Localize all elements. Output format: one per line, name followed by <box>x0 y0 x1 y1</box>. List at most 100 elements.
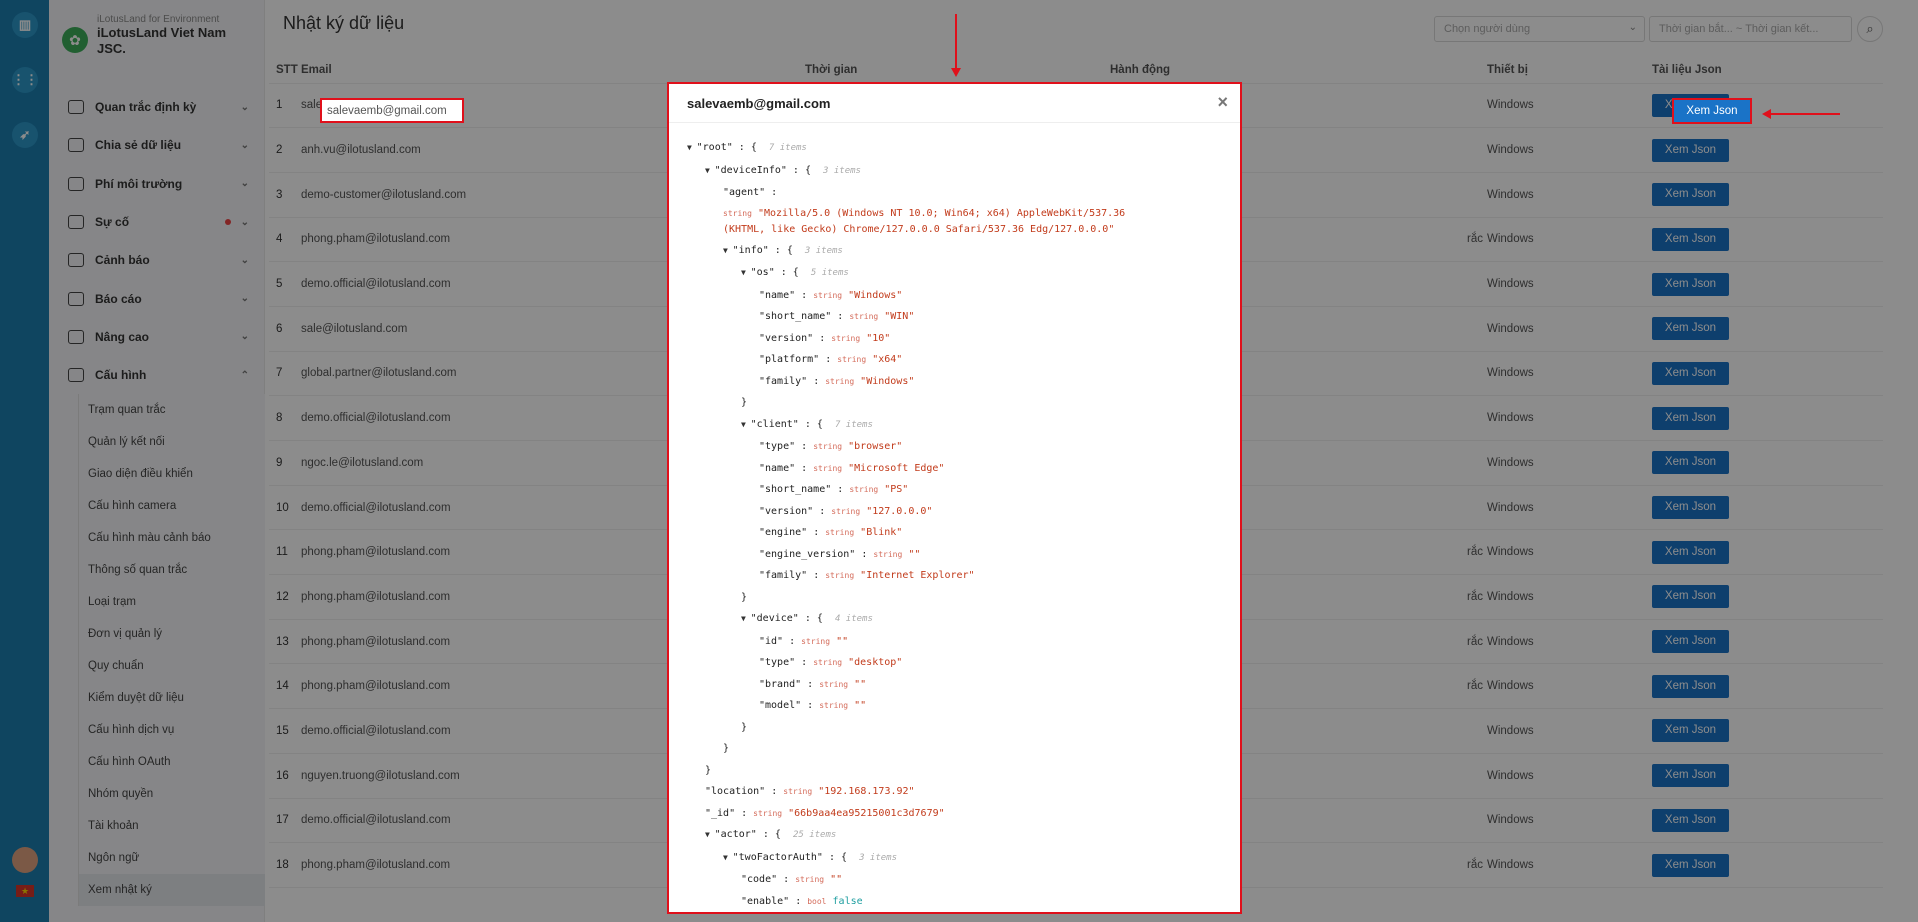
json-key: "device" <box>750 613 799 624</box>
json-value: "Windows" <box>848 289 903 301</box>
json-line[interactable]: ▼ "deviceInfo" : { 3 items <box>687 160 1222 183</box>
json-line: "engine_version" : string "" <box>759 548 921 560</box>
json-type: string <box>813 290 843 300</box>
json-value: "WIN" <box>884 311 915 322</box>
json-item-count: 4 items <box>834 614 873 624</box>
json-key: "model" <box>759 700 802 711</box>
collapse-triangle-icon[interactable]: ▼ <box>723 853 733 862</box>
close-icon[interactable]: × <box>1217 92 1228 113</box>
json-key: "agent" <box>723 187 766 198</box>
json-value: "Mozilla/5.0 (Windows NT 10.0; Win64; x6… <box>723 207 1126 235</box>
collapse-triangle-icon[interactable]: ▼ <box>705 830 715 839</box>
json-brace: { <box>774 829 781 840</box>
json-item-count: 5 items <box>810 268 849 278</box>
json-value: "127.0.0.0" <box>866 505 933 517</box>
highlight-xem-json-label: Xem Json <box>1686 105 1738 117</box>
json-key: "version" <box>759 332 814 344</box>
collapse-triangle-icon[interactable]: ▼ <box>741 268 751 277</box>
json-value: "" <box>854 678 867 690</box>
json-type: string <box>813 463 843 473</box>
json-line[interactable]: ▼ "device" : { 4 items <box>687 608 1222 631</box>
json-line: "id" : string "" <box>759 635 849 647</box>
json-type: string <box>819 701 849 710</box>
json-line: "version" : string "10" <box>759 332 891 344</box>
json-value: "desktop" <box>848 657 903 668</box>
highlight-xem-json-button[interactable]: Xem Json <box>1672 98 1752 124</box>
json-key: "engine_version" <box>759 548 856 560</box>
json-line: "code" : string "" <box>741 874 843 885</box>
json-key: "actor" <box>714 829 757 840</box>
json-key: "os" <box>750 267 775 278</box>
json-close-brace: } <box>741 591 748 603</box>
json-line: "version" : string "127.0.0.0" <box>759 505 933 517</box>
json-line: "expired" : NULL <box>687 912 1222 913</box>
json-line: string "Mozilla/5.0 (Windows NT 10.0; Wi… <box>687 204 1157 240</box>
json-brace: { <box>786 244 793 256</box>
json-line[interactable]: ▼ "root" : { 7 items <box>687 137 1222 160</box>
json-key: "family" <box>759 570 808 581</box>
json-value: "x64" <box>872 354 903 365</box>
collapse-triangle-icon[interactable]: ▼ <box>705 166 715 175</box>
json-type: string <box>873 549 903 559</box>
json-value: "Windows" <box>860 375 915 387</box>
json-key: "name" <box>759 462 796 474</box>
json-close-brace: } <box>705 764 712 776</box>
annotation-arrow-down-head <box>951 68 961 77</box>
json-value: "browser" <box>848 441 903 452</box>
json-key: "code" <box>741 874 778 885</box>
json-item-count: 3 items <box>804 245 843 256</box>
json-key: "_id" <box>705 807 736 819</box>
json-line: "model" : string "" <box>759 700 867 711</box>
json-key: "family" <box>759 375 808 387</box>
json-line[interactable]: ▼ "os" : { 5 items <box>687 262 1222 285</box>
collapse-triangle-icon[interactable]: ▼ <box>723 246 733 255</box>
json-line[interactable]: ▼ "client" : { 7 items <box>687 414 1222 437</box>
json-line: "family" : string "Internet Explorer" <box>759 570 975 581</box>
json-type: string <box>849 312 879 321</box>
json-line[interactable]: ▼ "twoFactorAuth" : { 3 items <box>687 847 1222 870</box>
json-key: "engine" <box>759 527 808 538</box>
json-line: "name" : string "Microsoft Edge" <box>759 462 945 474</box>
json-brace: { <box>792 267 799 278</box>
json-key: "short_name" <box>759 311 832 322</box>
json-type: string <box>753 808 783 818</box>
json-brace: { <box>816 613 823 624</box>
json-viewer[interactable]: ▼ "root" : { 7 items ▼ "deviceInfo" : { 3… <box>669 123 1240 913</box>
json-item-count: 7 items <box>768 143 807 153</box>
json-value: "PS" <box>884 484 909 495</box>
json-key: "info" <box>732 244 769 256</box>
json-value: "" <box>836 635 849 647</box>
json-line: } <box>687 717 1222 739</box>
modal-title: salevaemb@gmail.com <box>687 96 831 111</box>
json-line: } <box>687 760 1222 782</box>
json-type: string <box>723 208 752 218</box>
json-type: string <box>831 333 861 343</box>
json-close-brace: } <box>741 397 748 408</box>
json-line[interactable]: ▼ "actor" : { 25 items <box>687 824 1222 847</box>
json-key: "deviceInfo" <box>714 164 787 176</box>
json-close-brace: } <box>723 743 730 754</box>
json-line: "short_name" : string "WIN" <box>759 311 915 322</box>
json-close-brace: } <box>741 721 748 733</box>
json-line: } <box>687 738 1222 760</box>
collapse-triangle-icon[interactable]: ▼ <box>687 143 697 152</box>
json-line: "brand" : string "" <box>759 678 867 690</box>
json-type: string <box>825 376 855 386</box>
json-key: "type" <box>759 657 796 668</box>
json-line: "location" : string "192.168.173.92" <box>705 786 915 797</box>
json-item-count: 3 items <box>859 852 898 863</box>
collapse-triangle-icon[interactable]: ▼ <box>741 420 751 429</box>
json-key: "twoFactorAuth" <box>732 851 823 863</box>
json-key: "name" <box>759 289 796 301</box>
json-value: "Microsoft Edge" <box>848 462 945 474</box>
json-type: string <box>813 658 843 667</box>
json-line[interactable]: ▼ "info" : { 3 items <box>687 240 1222 263</box>
json-brace: { <box>816 418 823 430</box>
collapse-triangle-icon[interactable]: ▼ <box>741 614 751 623</box>
annotation-arrow-head <box>1762 109 1771 119</box>
json-type: string <box>813 442 843 451</box>
json-type: string <box>819 679 849 689</box>
json-line: "name" : string "Windows" <box>759 289 903 301</box>
json-key: "version" <box>759 505 814 517</box>
json-value: "" <box>854 700 867 711</box>
